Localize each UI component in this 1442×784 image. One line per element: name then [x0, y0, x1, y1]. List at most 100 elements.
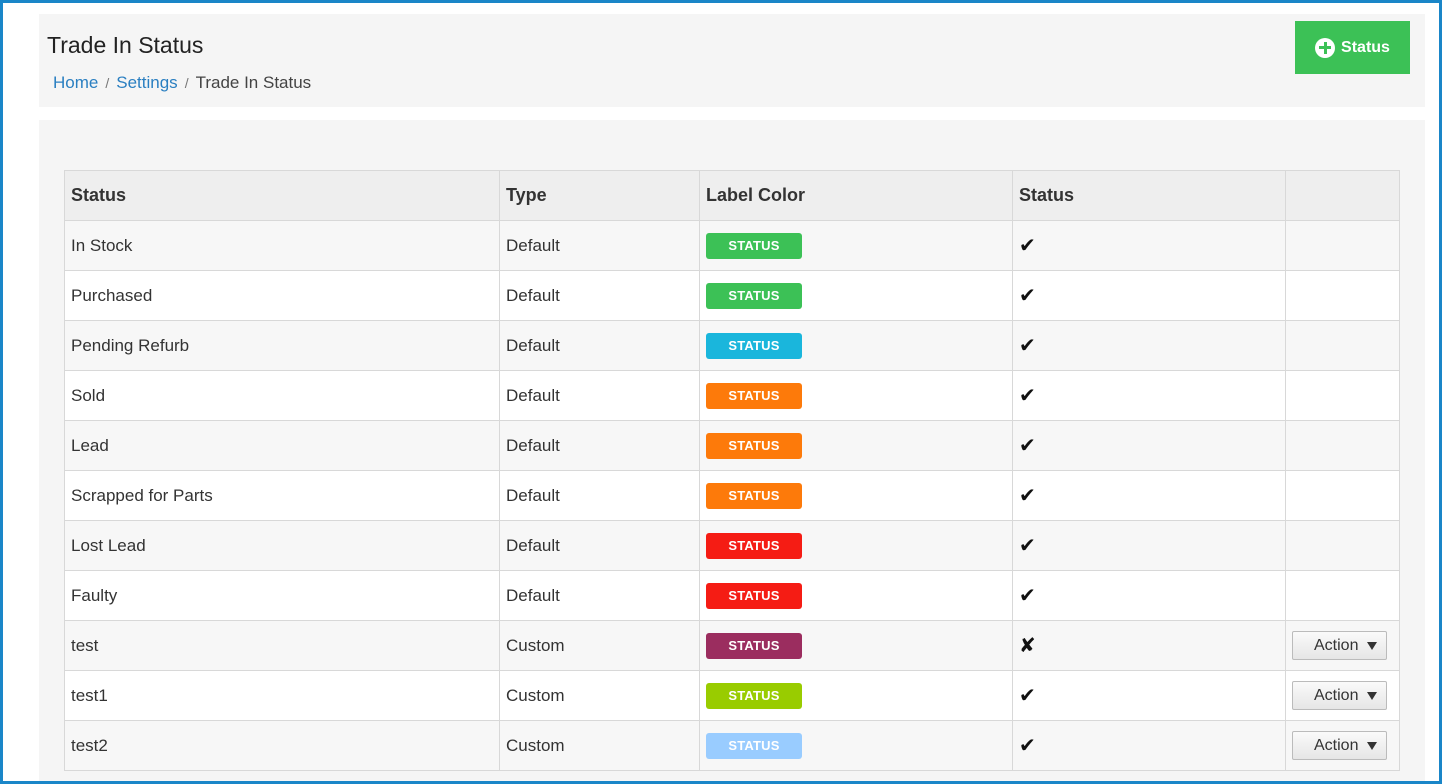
status-label-badge: STATUS	[706, 632, 802, 659]
checkmark-icon: ✔	[1019, 385, 1036, 407]
table-row: test2 Custom STATUS ✔ Action	[64, 720, 1400, 771]
label-color-cell: STATUS	[699, 270, 1013, 321]
action-cell: Action	[1285, 720, 1400, 771]
active-status-cell: ✔	[1012, 370, 1286, 421]
status-label-badge: STATUS	[706, 232, 802, 259]
page-title: Trade In Status	[47, 32, 204, 58]
status-label-badge: STATUS	[706, 582, 802, 609]
active-status-cell: ✔	[1012, 270, 1286, 321]
table-header-row: Status Type Label Color Status	[64, 170, 1400, 221]
label-color-cell: STATUS	[699, 220, 1013, 271]
action-cell	[1285, 570, 1400, 621]
status-table: Status Type Label Color Status In Stock D…	[64, 170, 1400, 771]
plus-circle-icon	[1315, 37, 1336, 58]
checkmark-icon: ✔	[1019, 285, 1036, 307]
active-status-cell: ✔	[1012, 320, 1286, 371]
table-row: Sold Default STATUS ✔	[64, 370, 1400, 421]
status-name-cell: In Stock	[64, 220, 500, 271]
column-header-label-color[interactable]: Label Color	[699, 170, 1013, 221]
caret-down-icon	[1367, 691, 1377, 700]
status-type-cell: Default	[499, 470, 700, 521]
status-type-cell: Default	[499, 520, 700, 571]
action-cell: Action	[1285, 670, 1400, 721]
status-type-cell: Default	[499, 320, 700, 371]
table-row: test Custom STATUS ✘ Action	[64, 620, 1400, 671]
status-name-cell: test2	[64, 720, 500, 771]
action-dropdown-button[interactable]: Action	[1292, 681, 1387, 710]
status-type-cell: Default	[499, 220, 700, 271]
status-type-cell: Default	[499, 270, 700, 321]
caret-down-icon	[1367, 741, 1377, 750]
label-color-cell: STATUS	[699, 470, 1013, 521]
page-header: Trade In Status Home / Settings / Trade …	[39, 14, 1425, 107]
column-header-type[interactable]: Type	[499, 170, 700, 221]
status-label-badge: STATUS	[706, 732, 802, 759]
checkmark-icon: ✔	[1019, 735, 1036, 757]
status-type-cell: Default	[499, 570, 700, 621]
status-name-cell: Lost Lead	[64, 520, 500, 571]
action-dropdown-label: Action	[1314, 736, 1359, 754]
status-label-badge: STATUS	[706, 682, 802, 709]
status-name-cell: Lead	[64, 420, 500, 471]
status-name-cell: Sold	[64, 370, 500, 421]
status-label-badge: STATUS	[706, 432, 802, 459]
table-row: Purchased Default STATUS ✔	[64, 270, 1400, 321]
label-color-cell: STATUS	[699, 720, 1013, 771]
add-status-button[interactable]: Status	[1295, 21, 1410, 74]
status-label-badge: STATUS	[706, 282, 802, 309]
label-color-cell: STATUS	[699, 370, 1013, 421]
label-color-cell: STATUS	[699, 420, 1013, 471]
status-name-cell: Faulty	[64, 570, 500, 621]
cross-icon: ✘	[1019, 635, 1036, 657]
column-header-actions	[1285, 170, 1400, 221]
checkmark-icon: ✔	[1019, 535, 1036, 557]
status-label-badge: STATUS	[706, 482, 802, 509]
breadcrumb-separator: /	[105, 75, 110, 91]
action-cell	[1285, 370, 1400, 421]
status-type-cell: Default	[499, 370, 700, 421]
status-label-badge: STATUS	[706, 332, 802, 359]
status-name-cell: Purchased	[64, 270, 500, 321]
status-type-cell: Default	[499, 420, 700, 471]
table-row: Scrapped for Parts Default STATUS ✔	[64, 470, 1400, 521]
status-name-cell: test	[64, 620, 500, 671]
action-dropdown-button[interactable]: Action	[1292, 731, 1387, 760]
column-header-active-status[interactable]: Status	[1012, 170, 1286, 221]
breadcrumb-separator: /	[184, 75, 189, 91]
label-color-cell: STATUS	[699, 670, 1013, 721]
action-cell	[1285, 520, 1400, 571]
status-type-cell: Custom	[499, 720, 700, 771]
breadcrumb-settings[interactable]: Settings	[116, 73, 177, 93]
label-color-cell: STATUS	[699, 320, 1013, 371]
action-dropdown-button[interactable]: Action	[1292, 631, 1387, 660]
breadcrumb-home[interactable]: Home	[53, 73, 98, 93]
checkmark-icon: ✔	[1019, 585, 1036, 607]
active-status-cell: ✘	[1012, 620, 1286, 671]
table-row: test1 Custom STATUS ✔ Action	[64, 670, 1400, 721]
table-row: In Stock Default STATUS ✔	[64, 220, 1400, 271]
status-name-cell: Scrapped for Parts	[64, 470, 500, 521]
table-row: Lost Lead Default STATUS ✔	[64, 520, 1400, 571]
action-cell	[1285, 470, 1400, 521]
add-status-label: Status	[1341, 38, 1390, 56]
status-name-cell: Pending Refurb	[64, 320, 500, 371]
checkmark-icon: ✔	[1019, 235, 1036, 257]
action-cell	[1285, 320, 1400, 371]
content-panel: Status Type Label Color Status In Stock D…	[39, 120, 1425, 784]
active-status-cell: ✔	[1012, 420, 1286, 471]
status-type-cell: Custom	[499, 620, 700, 671]
status-name-cell: test1	[64, 670, 500, 721]
caret-down-icon	[1367, 641, 1377, 650]
checkmark-icon: ✔	[1019, 435, 1036, 457]
action-cell	[1285, 420, 1400, 471]
checkmark-icon: ✔	[1019, 685, 1036, 707]
column-header-status[interactable]: Status	[64, 170, 500, 221]
label-color-cell: STATUS	[699, 570, 1013, 621]
table-row: Lead Default STATUS ✔	[64, 420, 1400, 471]
breadcrumb-current: Trade In Status	[195, 73, 312, 92]
table-row: Faulty Default STATUS ✔	[64, 570, 1400, 621]
label-color-cell: STATUS	[699, 520, 1013, 571]
active-status-cell: ✔	[1012, 520, 1286, 571]
active-status-cell: ✔	[1012, 570, 1286, 621]
active-status-cell: ✔	[1012, 670, 1286, 721]
